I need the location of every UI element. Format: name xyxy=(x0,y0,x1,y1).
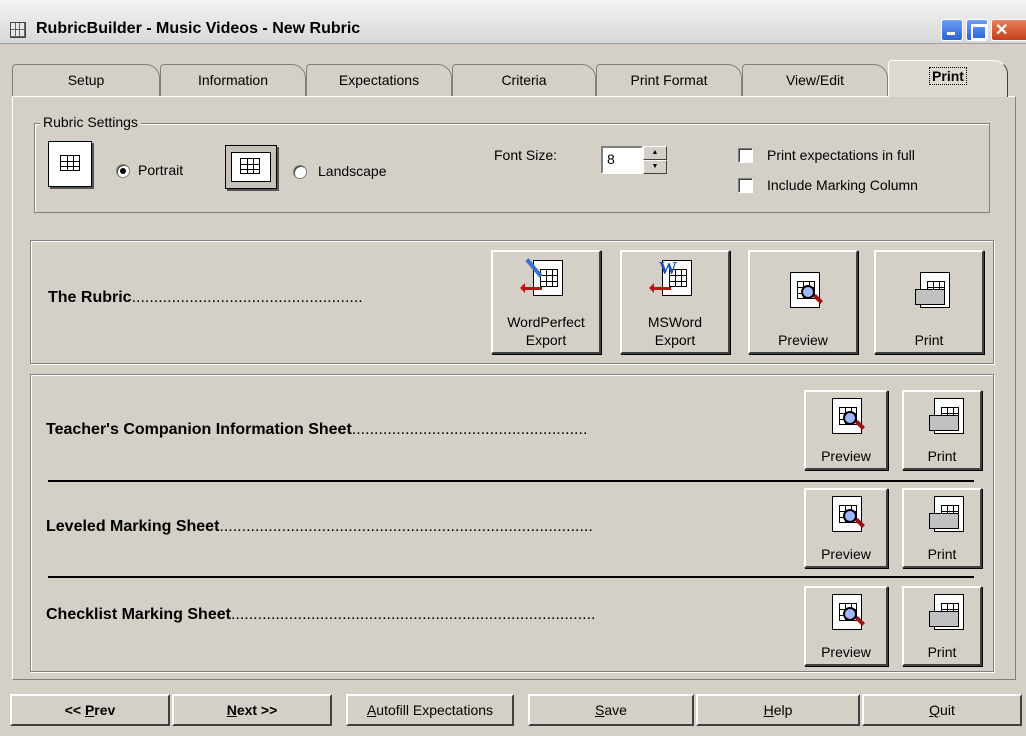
checklist-marking-print-button[interactable]: Print xyxy=(902,586,982,666)
portrait-page-icon xyxy=(48,141,92,187)
save-button[interactable]: Save xyxy=(528,694,694,726)
leveled-marking-preview-button[interactable]: Preview xyxy=(804,488,888,568)
next-button[interactable]: Next >> xyxy=(172,694,332,726)
landscape-page-icon xyxy=(225,145,277,189)
checklist-marking-preview-button[interactable]: Preview xyxy=(804,586,888,666)
marking-column-label: Include Marking Column xyxy=(767,177,918,193)
msword-export-button[interactable]: W MSWord Export xyxy=(620,250,730,354)
separator xyxy=(48,480,974,482)
title-bar: RubricBuilder - Music Videos - New Rubri… xyxy=(0,0,1026,44)
teachers-companion-preview-button[interactable]: Preview xyxy=(804,390,888,470)
font-size-stepper[interactable]: ▲ ▼ xyxy=(643,146,667,174)
font-size-label: Font Size: xyxy=(494,147,558,163)
tab-print[interactable]: Print xyxy=(888,60,1008,97)
spin-down-icon[interactable]: ▼ xyxy=(643,160,667,174)
rubric-settings-legend: Rubric Settings xyxy=(40,114,141,130)
close-button[interactable] xyxy=(991,19,1026,41)
quit-button[interactable]: Quit xyxy=(862,694,1022,726)
rubric-print-button[interactable]: Print xyxy=(874,250,984,354)
teachers-companion-print-button[interactable]: Print xyxy=(902,390,982,470)
printer-icon xyxy=(929,398,964,434)
preview-icon xyxy=(832,594,865,630)
tab-expectations[interactable]: Expectations xyxy=(306,64,452,96)
minimize-button[interactable] xyxy=(941,19,963,41)
landscape-radio[interactable] xyxy=(293,165,307,179)
preview-icon xyxy=(832,496,865,532)
portrait-radio[interactable] xyxy=(116,164,130,178)
teachers-companion-label: Teacher's Companion Information Sheet...… xyxy=(46,421,588,438)
tab-information[interactable]: Information xyxy=(160,64,306,96)
leveled-marking-label: Leveled Marking Sheet...................… xyxy=(46,518,593,535)
maximize-button[interactable] xyxy=(966,19,988,41)
tab-strip: Setup Information Expectations Criteria … xyxy=(12,60,1016,97)
printer-icon xyxy=(929,594,964,630)
autofill-expectations-button[interactable]: Autofill Expectations xyxy=(346,694,514,726)
tab-view-edit[interactable]: View/Edit xyxy=(742,64,888,96)
tab-setup[interactable]: Setup xyxy=(12,64,160,96)
spin-up-icon[interactable]: ▲ xyxy=(643,146,667,160)
wordperfect-doc-icon xyxy=(520,258,563,296)
help-button[interactable]: Help xyxy=(696,694,860,726)
prev-button[interactable]: << Prev xyxy=(10,694,170,726)
wordperfect-export-button[interactable]: WordPerfect Export xyxy=(491,250,601,354)
separator xyxy=(48,576,974,578)
leveled-marking-print-button[interactable]: Print xyxy=(902,488,982,568)
tab-criteria[interactable]: Criteria xyxy=(452,64,596,96)
marking-column-checkbox[interactable] xyxy=(738,178,753,193)
print-full-checkbox[interactable] xyxy=(738,148,753,163)
printer-icon xyxy=(929,496,964,532)
checklist-marking-label: Checklist Marking Sheet.................… xyxy=(46,606,596,623)
preview-icon xyxy=(832,398,865,434)
preview-icon xyxy=(790,272,823,308)
font-size-input[interactable]: 8 xyxy=(601,146,643,174)
printer-icon xyxy=(915,272,950,308)
tab-print-format[interactable]: Print Format xyxy=(596,64,742,96)
landscape-label: Landscape xyxy=(318,163,387,179)
rubric-preview-button[interactable]: Preview xyxy=(748,250,858,354)
portrait-label: Portrait xyxy=(138,162,184,178)
msword-doc-icon: W xyxy=(649,259,692,296)
rubric-row-label: The Rubric..............................… xyxy=(48,289,363,306)
print-full-label: Print expectations in full xyxy=(767,147,915,163)
window-title: RubricBuilder - Music Videos - New Rubri… xyxy=(36,20,361,37)
app-icon xyxy=(10,22,26,38)
